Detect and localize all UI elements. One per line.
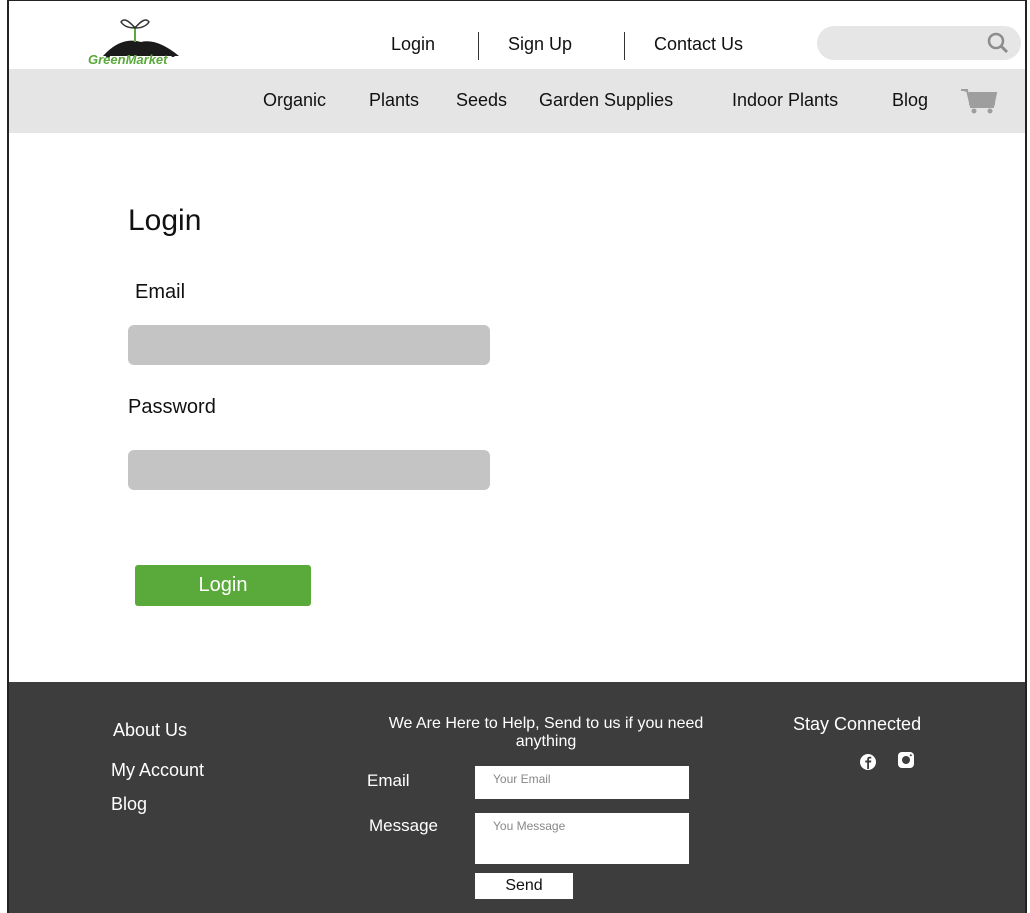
contact-link[interactable]: Contact Us <box>654 34 743 55</box>
cart-icon[interactable] <box>959 85 999 115</box>
stay-connected-heading: Stay Connected <box>793 714 922 734</box>
email-label: Email <box>135 281 186 303</box>
nav-indoor-plants[interactable]: Indoor Plants <box>732 90 838 111</box>
footer-blog-link[interactable]: Blog <box>111 794 147 815</box>
nav-plants[interactable]: Plants <box>369 90 419 111</box>
login-button[interactable]: Login <box>135 565 311 606</box>
help-text: We Are Here to Help, Send to us if you n… <box>388 715 704 750</box>
footer-about-link[interactable]: About Us <box>113 720 187 741</box>
footer-email-label: Email <box>367 771 410 790</box>
send-button[interactable]: Send <box>475 873 573 899</box>
instagram-icon[interactable] <box>896 750 916 770</box>
facebook-icon[interactable] <box>858 752 878 772</box>
email-field[interactable] <box>128 325 490 365</box>
nav-garden-supplies[interactable]: Garden Supplies <box>539 90 673 111</box>
footer-message-input[interactable]: You Message <box>475 813 689 864</box>
search-icon[interactable] <box>987 32 1009 54</box>
footer: About Us My Account Blog We Are Here to … <box>9 682 1025 913</box>
footer-account-link[interactable]: My Account <box>111 760 204 781</box>
footer-message-label: Message <box>369 816 438 835</box>
search-input[interactable] <box>817 26 1021 60</box>
divider <box>478 32 479 60</box>
password-label: Password <box>128 396 216 418</box>
signup-link[interactable]: Sign Up <box>508 34 572 55</box>
nav-organic[interactable]: Organic <box>263 90 326 111</box>
nav-seeds[interactable]: Seeds <box>456 90 507 111</box>
nav-blog[interactable]: Blog <box>892 90 928 111</box>
page-title: Login <box>128 204 202 237</box>
divider <box>624 32 625 60</box>
main-nav: Organic Plants Seeds Garden Supplies Ind… <box>9 69 1025 133</box>
brand-name[interactable]: GreenMarket <box>88 52 167 67</box>
login-link[interactable]: Login <box>391 34 435 55</box>
footer-email-input[interactable]: Your Email <box>475 766 689 799</box>
password-field[interactable] <box>128 450 490 490</box>
